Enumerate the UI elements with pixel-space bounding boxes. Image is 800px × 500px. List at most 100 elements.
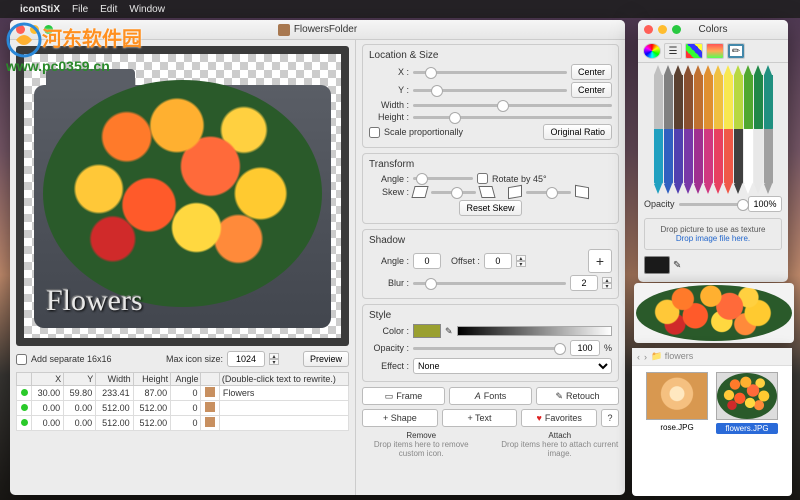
minimize-icon[interactable] xyxy=(30,25,39,34)
table-row[interactable]: 30.0059.80233.4187.000Flowers xyxy=(17,386,349,401)
pencil-color[interactable] xyxy=(734,75,743,130)
skew-v-slider[interactable] xyxy=(526,191,571,194)
opacity-slider[interactable] xyxy=(413,347,566,350)
blur-stepper[interactable]: ▴▾ xyxy=(602,277,612,289)
pencil-color[interactable] xyxy=(674,75,683,130)
angle-slider[interactable] xyxy=(413,177,473,180)
drag-thumbnail[interactable] xyxy=(702,292,752,334)
wheel-icon[interactable] xyxy=(643,43,661,59)
pencil-color[interactable] xyxy=(734,129,743,184)
spectrum-icon[interactable] xyxy=(706,43,724,59)
color-well[interactable] xyxy=(413,324,441,338)
minimize-icon[interactable] xyxy=(658,25,667,34)
pencil-color[interactable] xyxy=(754,75,763,130)
y-center-button[interactable]: Center xyxy=(571,82,612,98)
table-row[interactable]: 0.000.00512.00512.000 xyxy=(17,416,349,431)
zoom-icon[interactable] xyxy=(672,25,681,34)
preview-button[interactable]: Preview xyxy=(303,351,349,367)
blur-slider[interactable] xyxy=(413,282,566,285)
shadow-offset-input[interactable] xyxy=(484,253,512,269)
original-ratio-button[interactable]: Original Ratio xyxy=(543,124,612,140)
favorites-button[interactable]: ♥ Favorites xyxy=(521,409,597,427)
colors-opacity-slider[interactable] xyxy=(679,203,744,206)
canvas[interactable]: Flowers xyxy=(16,46,349,346)
pencil-color[interactable] xyxy=(704,75,713,130)
rotate45-checkbox[interactable] xyxy=(477,173,488,184)
pencil-color[interactable] xyxy=(724,75,733,130)
pencil-color[interactable] xyxy=(654,75,663,130)
titlebar[interactable]: FlowersFolder xyxy=(10,20,625,40)
x-center-button[interactable]: Center xyxy=(571,64,612,80)
add-16x16-checkbox[interactable] xyxy=(16,354,27,365)
remove-dropzone[interactable]: RemoveDrop items here to remove custom i… xyxy=(362,431,481,458)
x-slider[interactable] xyxy=(413,71,567,74)
retouch-button[interactable]: ✎ Retouch xyxy=(536,387,619,405)
pencil-color[interactable] xyxy=(664,129,673,184)
sliders-icon[interactable]: ☰ xyxy=(664,43,682,59)
pencil-color[interactable] xyxy=(724,129,733,184)
file-menu[interactable]: File xyxy=(72,4,88,15)
pencil-color[interactable] xyxy=(684,75,693,130)
fonts-button[interactable]: A Fonts xyxy=(449,387,532,405)
table-header[interactable]: Y xyxy=(64,373,96,386)
width-slider[interactable] xyxy=(413,104,612,107)
reset-skew-button[interactable]: Reset Skew xyxy=(459,200,521,216)
add-shape-button[interactable]: + Shape xyxy=(362,409,438,427)
pencil-color[interactable] xyxy=(754,129,763,184)
current-color-well[interactable] xyxy=(644,256,670,274)
skew-h-slider[interactable] xyxy=(431,191,476,194)
shadow-angle-input[interactable] xyxy=(413,253,441,269)
eyedropper-icon[interactable]: ✎ xyxy=(673,260,681,271)
canvas-text[interactable]: Flowers xyxy=(46,284,143,318)
edit-menu[interactable]: Edit xyxy=(100,4,117,15)
height-slider[interactable] xyxy=(413,116,612,119)
scale-prop-checkbox[interactable] xyxy=(369,127,380,138)
blur-input[interactable] xyxy=(570,275,598,291)
table-header[interactable]: X xyxy=(32,373,64,386)
pencil-color[interactable] xyxy=(694,75,703,130)
pencil-color[interactable] xyxy=(664,75,673,130)
fwd-icon[interactable]: › xyxy=(644,352,647,362)
pencil-color[interactable] xyxy=(714,75,723,130)
table-header[interactable] xyxy=(17,373,32,386)
pencils-icon[interactable]: ✏ xyxy=(727,43,745,59)
table-row[interactable]: 0.000.00512.00512.000 xyxy=(17,401,349,416)
pencil-color[interactable] xyxy=(654,129,663,184)
window-menu[interactable]: Window xyxy=(129,4,165,15)
table-header[interactable]: Width xyxy=(96,373,133,386)
table-header[interactable]: Height xyxy=(133,373,170,386)
help-button[interactable]: ? xyxy=(601,409,619,427)
attach-dropzone[interactable]: AttachDrop items here to attach current … xyxy=(501,431,620,458)
offset-stepper[interactable]: ▴▾ xyxy=(516,255,526,267)
pencil-color[interactable] xyxy=(744,75,753,130)
file-item[interactable]: rose.JPG xyxy=(646,372,708,434)
y-slider[interactable] xyxy=(413,89,567,92)
max-icon-input[interactable] xyxy=(227,351,265,367)
close-icon[interactable] xyxy=(644,25,653,34)
pencil-color[interactable] xyxy=(714,129,723,184)
add-text-button[interactable]: + Text xyxy=(442,409,518,427)
effect-select[interactable]: None xyxy=(413,358,612,374)
zoom-icon[interactable] xyxy=(44,25,53,34)
pencil-color[interactable] xyxy=(684,129,693,184)
table-header[interactable] xyxy=(201,373,219,386)
colors-opacity-input[interactable] xyxy=(748,196,782,212)
bouquet-image[interactable] xyxy=(43,80,322,307)
shadow-preview[interactable]: + xyxy=(588,249,612,273)
app-menu[interactable]: iconStiX xyxy=(20,4,60,15)
eyedropper-icon[interactable]: ✎ xyxy=(445,326,453,337)
back-icon[interactable]: ‹ xyxy=(637,352,640,362)
layers-table[interactable]: XYWidthHeightAngle(Double-click text to … xyxy=(16,372,349,431)
pencil-color[interactable] xyxy=(694,129,703,184)
texture-dropzone[interactable]: Drop picture to use as texture Drop imag… xyxy=(644,218,782,250)
file-item[interactable]: flowers.JPG xyxy=(716,372,778,434)
close-icon[interactable] xyxy=(16,25,25,34)
pencil-color[interactable] xyxy=(764,129,773,184)
pencil-color[interactable] xyxy=(764,75,773,130)
pencil-color[interactable] xyxy=(674,129,683,184)
palette-icon[interactable] xyxy=(685,43,703,59)
opacity-input[interactable] xyxy=(570,340,600,356)
folder-preview[interactable]: Flowers xyxy=(34,64,331,328)
table-header[interactable]: Angle xyxy=(171,373,201,386)
pencil-picker[interactable] xyxy=(638,63,788,193)
